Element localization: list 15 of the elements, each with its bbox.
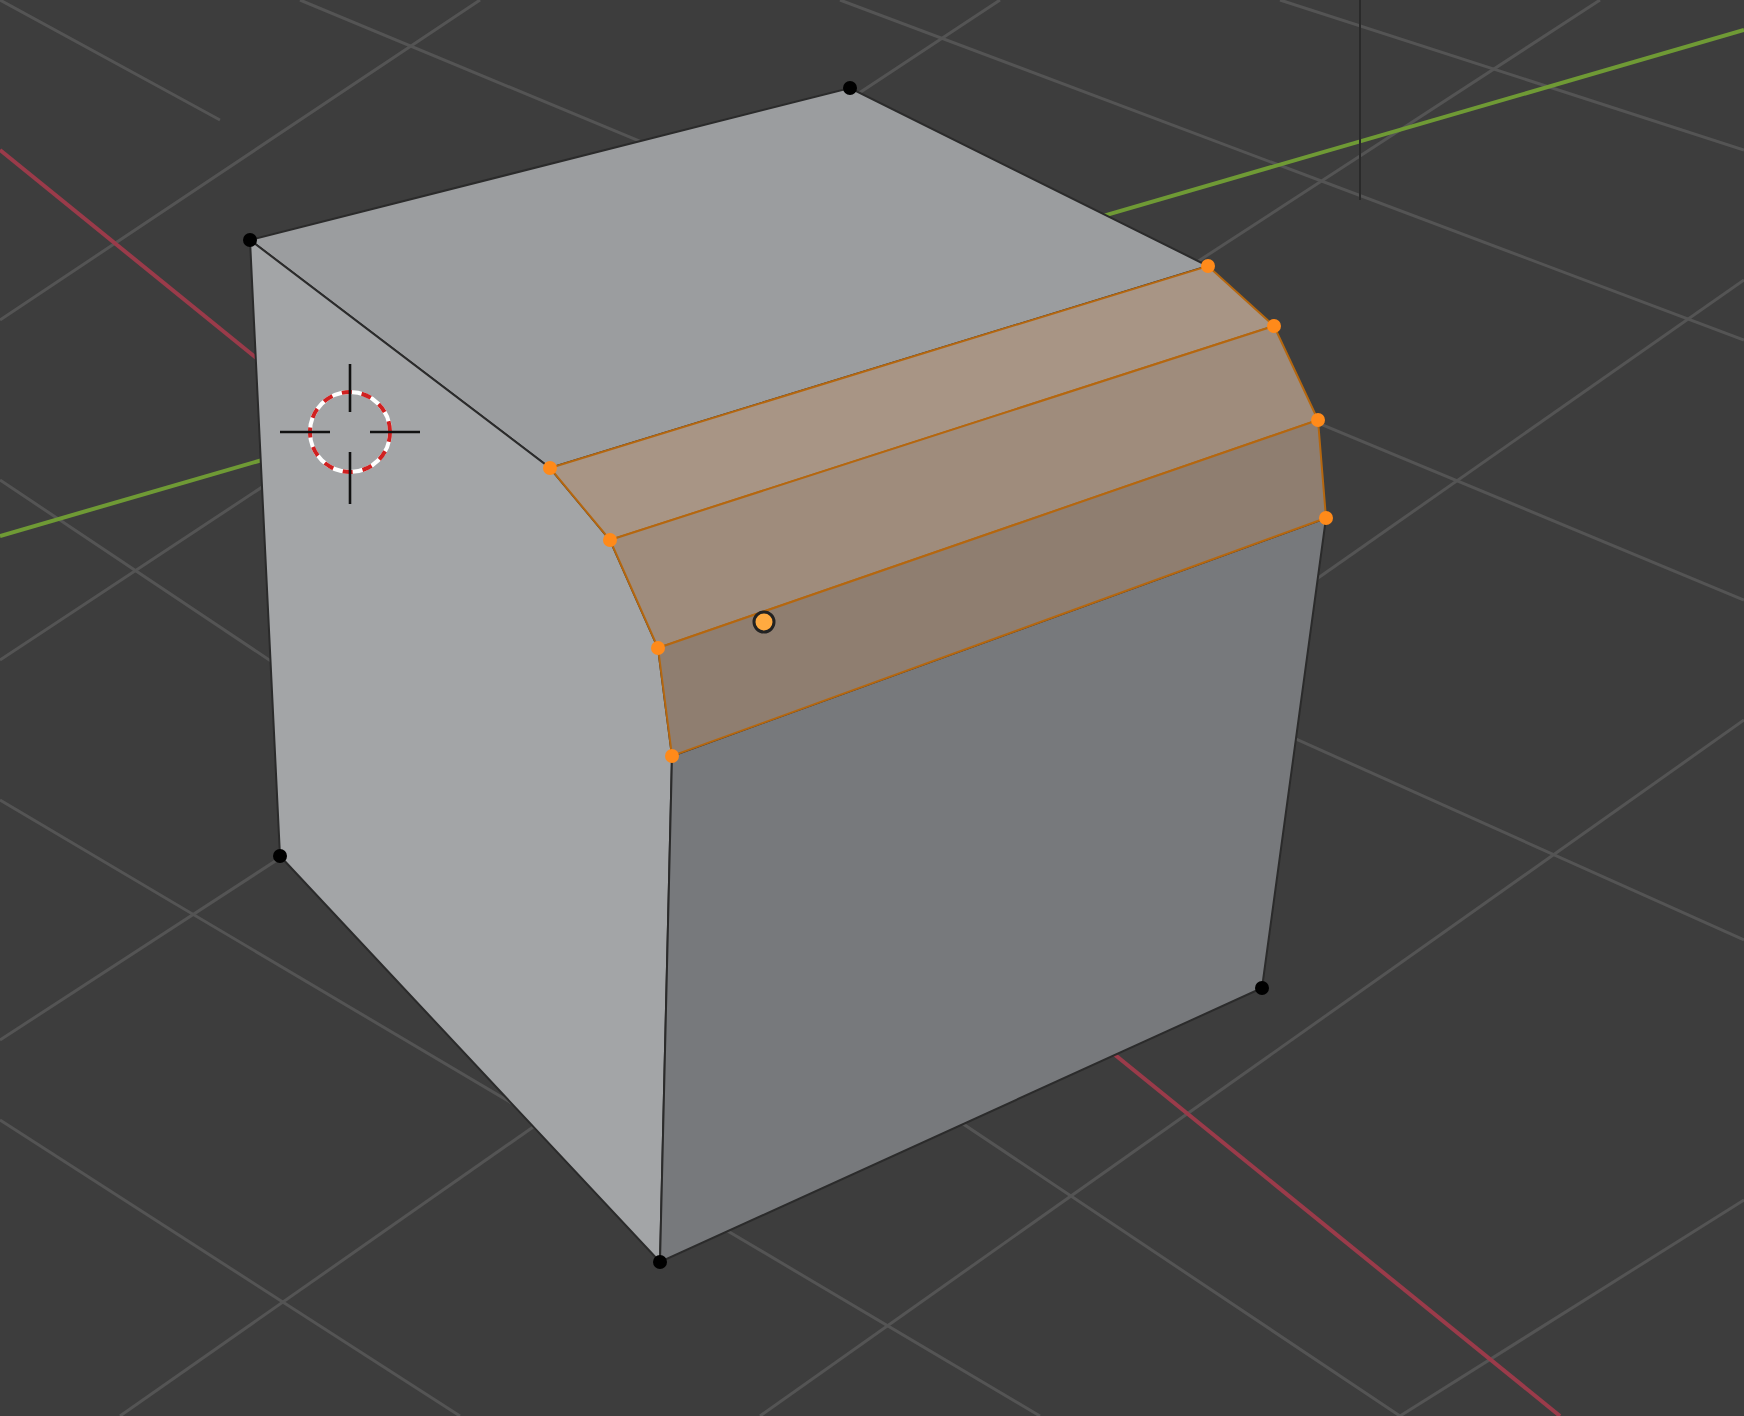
vertex-dot[interactable] (1255, 981, 1269, 995)
vertex-dot[interactable] (1311, 413, 1325, 427)
vertex-dot[interactable] (543, 461, 557, 475)
vertex-dot[interactable] (651, 641, 665, 655)
vertex-dot[interactable] (665, 749, 679, 763)
3d-cursor-icon (280, 364, 420, 504)
vertex-dot[interactable] (1267, 319, 1281, 333)
vertex-dot[interactable] (1201, 259, 1215, 273)
vertex-dot[interactable] (1319, 511, 1333, 525)
vertex-dot[interactable] (653, 1255, 667, 1269)
vertex-dot[interactable] (603, 533, 617, 547)
vertex-dot[interactable] (243, 233, 257, 247)
origin-dot (752, 610, 776, 634)
vertex-dot[interactable] (843, 81, 857, 95)
vertex-dot[interactable] (273, 849, 287, 863)
